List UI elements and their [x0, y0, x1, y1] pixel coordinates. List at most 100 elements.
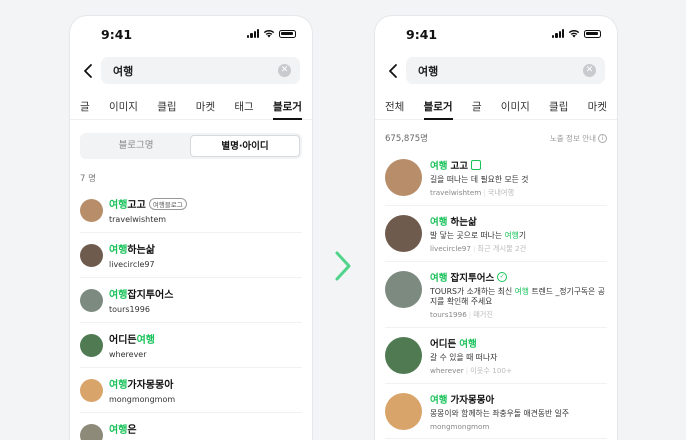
avatar	[385, 337, 422, 374]
segment-nickname-id[interactable]: 별명·아이디	[190, 135, 300, 157]
avatar	[385, 215, 422, 252]
blogger-row[interactable]: 여행고고 여행블로그 travelwishtem	[80, 188, 302, 233]
blog-description: 발 닿는 곳으로 떠나는 여행기	[430, 231, 526, 241]
name-text: 어디든	[430, 339, 457, 350]
phone-right: 9:41 여행 ✕ 전체 블로거 글 이미지 클립 마켓 675,875명 노출…	[374, 15, 618, 440]
blogger-info: 여행하는삶 livecircle97	[109, 241, 155, 269]
battery-icon	[584, 29, 601, 38]
avatar	[80, 378, 103, 402]
name-text: 가자몽몽아	[127, 380, 174, 391]
blogger-row[interactable]: 여행 하는삶 발 닿는 곳으로 떠나는 여행기 livecircle97 | 최근 게시물…	[385, 206, 607, 262]
blogger-row[interactable]: 여행 가자몽몽아몽몽이와 함께하는 좌충우돌 애견동반 일주 mongmongmom	[385, 384, 607, 439]
tab-bar: 글 이미지 클립 마켓 태그 블로거	[70, 90, 312, 120]
blogger-name: 여행 고고	[430, 158, 528, 172]
blogger-id: wherever	[109, 350, 147, 359]
result-list: 여행고고 여행블로그 travelwishtem 여행하는삶 livecircle97 여…	[70, 188, 312, 440]
back-icon[interactable]	[387, 62, 401, 80]
desc-highlight: 여행	[514, 287, 529, 296]
result-count: 675,875명	[385, 134, 428, 144]
meta-separator: |	[468, 310, 472, 319]
tab-clips[interactable]: 클립	[157, 90, 176, 119]
blogger-info: 여행잡지투어스 tours1996	[109, 286, 173, 314]
wifi-icon	[263, 30, 275, 38]
meta-info: 국내여행	[487, 188, 515, 197]
search-bar: 여행 ✕	[375, 52, 617, 90]
name-text: 어디든	[109, 335, 137, 346]
name-text: 하는삶	[450, 217, 477, 228]
status-time: 9:41	[101, 27, 133, 42]
meta-separator: |	[472, 244, 476, 253]
lock-badge-icon	[470, 160, 481, 170]
avatar	[80, 198, 103, 222]
blogger-name: 여행고고 여행블로그	[109, 196, 187, 211]
blog-tag-badge: 여행블로그	[148, 198, 187, 210]
tab-tags[interactable]: 태그	[234, 90, 253, 119]
avatar	[80, 288, 103, 312]
search-input[interactable]: 여행 ✕	[406, 57, 605, 84]
blogger-info: 여행 하는삶 발 닿는 곳으로 떠나는 여행기 livecircle97 | 최근 게시물…	[430, 214, 526, 254]
desc-text: 몽몽이와 함께하는 좌충우돌 애견동반 일주	[430, 409, 570, 418]
avatar	[385, 271, 422, 308]
blogger-row[interactable]: 어디든 여행 갈 수 있을 때 떠나자 wherever | 이웃수 100+	[385, 328, 607, 384]
blogger-row[interactable]: 여행잡지투어스 tours1996	[80, 278, 302, 323]
blogger-name: 어디든여행	[109, 331, 155, 346]
blogger-row[interactable]: 여행하는삶 livecircle97	[80, 233, 302, 278]
clear-icon[interactable]: ✕	[278, 64, 291, 77]
blogger-id: travelwishtem	[109, 215, 167, 224]
tab-market[interactable]: 마켓	[196, 90, 215, 119]
blogger-id: mongmongmom	[109, 395, 176, 404]
back-icon[interactable]	[82, 62, 96, 80]
meta-info: 이웃수 100+	[470, 366, 513, 375]
exposure-info-link[interactable]: 노출 정보 안내 i	[550, 132, 607, 144]
blogger-row[interactable]: 어디든여행 wherever	[80, 323, 302, 368]
segment-blog-name[interactable]: 블로그명	[82, 135, 190, 157]
blog-meta: tours1996 | 매거진	[430, 310, 607, 320]
blogger-row[interactable]: 여행 잡지투어스 ✓ TOURS가 소개하는 최신 여행 트렌드 _정기구독은 공지를…	[385, 262, 607, 328]
meta-separator: |	[483, 188, 486, 197]
blogger-row[interactable]: 여행가자몽몽아 mongmongmom	[80, 368, 302, 413]
search-input[interactable]: 여행 ✕	[101, 57, 300, 84]
blog-description: TOURS가 소개하는 최신 여행 트렌드 _정기구독은 공지를 확인해 주세요	[430, 287, 607, 307]
tab-posts[interactable]: 글	[80, 90, 90, 119]
desc-text: TOURS가 소개하는 최신	[430, 287, 515, 296]
tab-market[interactable]: 마켓	[588, 90, 607, 119]
blogger-name: 어디든여행	[430, 336, 512, 350]
tab-images[interactable]: 이미지	[501, 90, 530, 119]
desc-text: 길을 떠나는 데 필요한 모든 것	[430, 175, 529, 184]
chevron-right-icon	[335, 251, 351, 281]
blogger-info: 여행 가자몽몽아몽몽이와 함께하는 좌충우돌 애견동반 일주 mongmongmom	[430, 392, 569, 431]
tab-clips[interactable]: 클립	[549, 90, 568, 119]
avatar	[385, 393, 422, 430]
blogger-name: 여행은	[109, 421, 137, 436]
avatar	[80, 423, 103, 440]
name-highlight: 여행	[459, 339, 477, 350]
status-bar: 9:41	[375, 16, 617, 52]
clear-icon[interactable]: ✕	[583, 64, 596, 77]
tab-bloggers[interactable]: 블로거	[272, 90, 302, 120]
tab-all[interactable]: 전체	[385, 90, 404, 119]
blogger-id: mongmongmom	[430, 422, 490, 431]
blogger-row[interactable]: 여행은whatis	[80, 413, 302, 440]
name-text: 은	[127, 425, 137, 436]
status-bar: 9:41	[70, 16, 312, 52]
blogger-name: 여행잡지투어스	[109, 286, 173, 301]
blogger-info: 여행 잡지투어스 ✓ TOURS가 소개하는 최신 여행 트렌드 _정기구독은 공지를…	[430, 270, 607, 320]
blogger-info: 여행은whatis	[109, 421, 137, 440]
tab-bloggers[interactable]: 블로거	[423, 90, 453, 120]
name-highlight: 여행	[136, 335, 156, 346]
tab-images[interactable]: 이미지	[109, 90, 138, 119]
name-highlight: 여행	[109, 290, 128, 301]
blogger-info: 어디든여행 wherever	[109, 331, 155, 359]
name-highlight: 여행	[430, 395, 448, 406]
meta-info: 매거진	[473, 310, 494, 319]
blogger-row[interactable]: 여행 고고 길을 떠나는 데 필요한 모든 것 travelwishtem | 국내여행	[385, 150, 607, 206]
desc-text: 발 닿는 곳으로 떠나는	[430, 231, 505, 240]
avatar	[80, 333, 103, 357]
meta-info: 최근 게시물 2건	[477, 244, 527, 253]
tab-posts[interactable]: 글	[472, 90, 482, 119]
blog-description: 몽몽이와 함께하는 좌충우돌 애견동반 일주	[430, 409, 569, 419]
tab-bar: 전체 블로거 글 이미지 클립 마켓	[375, 90, 617, 120]
blogger-name: 여행가자몽몽아	[430, 392, 569, 406]
verified-icon: ✓	[497, 272, 508, 282]
search-query: 여행	[113, 65, 134, 78]
